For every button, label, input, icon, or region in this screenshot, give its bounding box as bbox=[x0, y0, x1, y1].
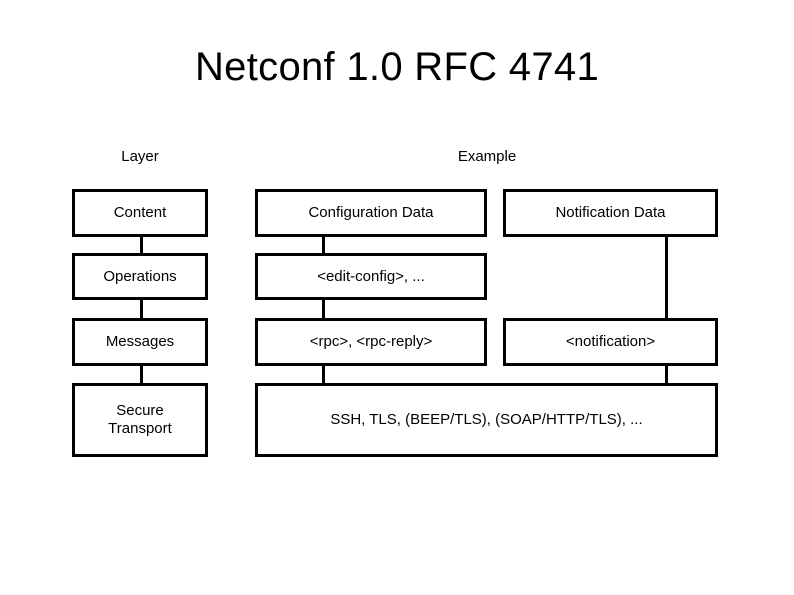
example-box-transport-label: SSH, TLS, (BEEP/TLS), (SOAP/HTTP/TLS), .… bbox=[330, 411, 643, 429]
example-box-configuration-data[interactable]: Configuration Data bbox=[255, 189, 487, 237]
layer-box-secure-transport-label: Secure Transport bbox=[108, 402, 172, 437]
example-box-notification-data[interactable]: Notification Data bbox=[503, 189, 718, 237]
column-header-example: Example bbox=[457, 148, 517, 165]
connector-rpc-transport bbox=[322, 363, 325, 385]
page-title: Netconf 1.0 RFC 4741 bbox=[195, 45, 599, 89]
example-box-notification-data-label: Notification Data bbox=[555, 204, 666, 222]
layer-box-messages-label: Messages bbox=[105, 333, 175, 351]
example-box-edit-config[interactable]: <edit-config>, ... bbox=[255, 253, 487, 300]
slide-canvas: Netconf 1.0 RFC 4741 Layer Example Conte… bbox=[0, 0, 794, 595]
connector-operations-messages bbox=[140, 297, 143, 319]
example-box-edit-config-label: <edit-config>, ... bbox=[317, 267, 425, 285]
layer-box-operations[interactable]: Operations bbox=[72, 253, 208, 300]
layer-box-content-label: Content bbox=[113, 204, 167, 222]
connector-notification-transport bbox=[665, 363, 668, 385]
example-box-configuration-data-label: Configuration Data bbox=[308, 204, 434, 222]
connector-messages-transport bbox=[140, 363, 143, 385]
layer-box-messages[interactable]: Messages bbox=[72, 318, 208, 366]
column-header-layer: Layer bbox=[121, 148, 159, 165]
connector-notificationdata-notification bbox=[665, 234, 668, 319]
example-box-notification-label: <notification> bbox=[565, 333, 656, 351]
layer-box-operations-label: Operations bbox=[103, 267, 177, 285]
example-box-rpc[interactable]: <rpc>, <rpc-reply> bbox=[255, 318, 487, 366]
example-box-transport[interactable]: SSH, TLS, (BEEP/TLS), (SOAP/HTTP/TLS), .… bbox=[255, 383, 718, 457]
example-box-rpc-label: <rpc>, <rpc-reply> bbox=[309, 333, 433, 351]
layer-box-secure-transport[interactable]: Secure Transport bbox=[72, 383, 208, 457]
example-box-notification[interactable]: <notification> bbox=[503, 318, 718, 366]
layer-box-content[interactable]: Content bbox=[72, 189, 208, 237]
connector-editconfig-rpc bbox=[322, 297, 325, 319]
